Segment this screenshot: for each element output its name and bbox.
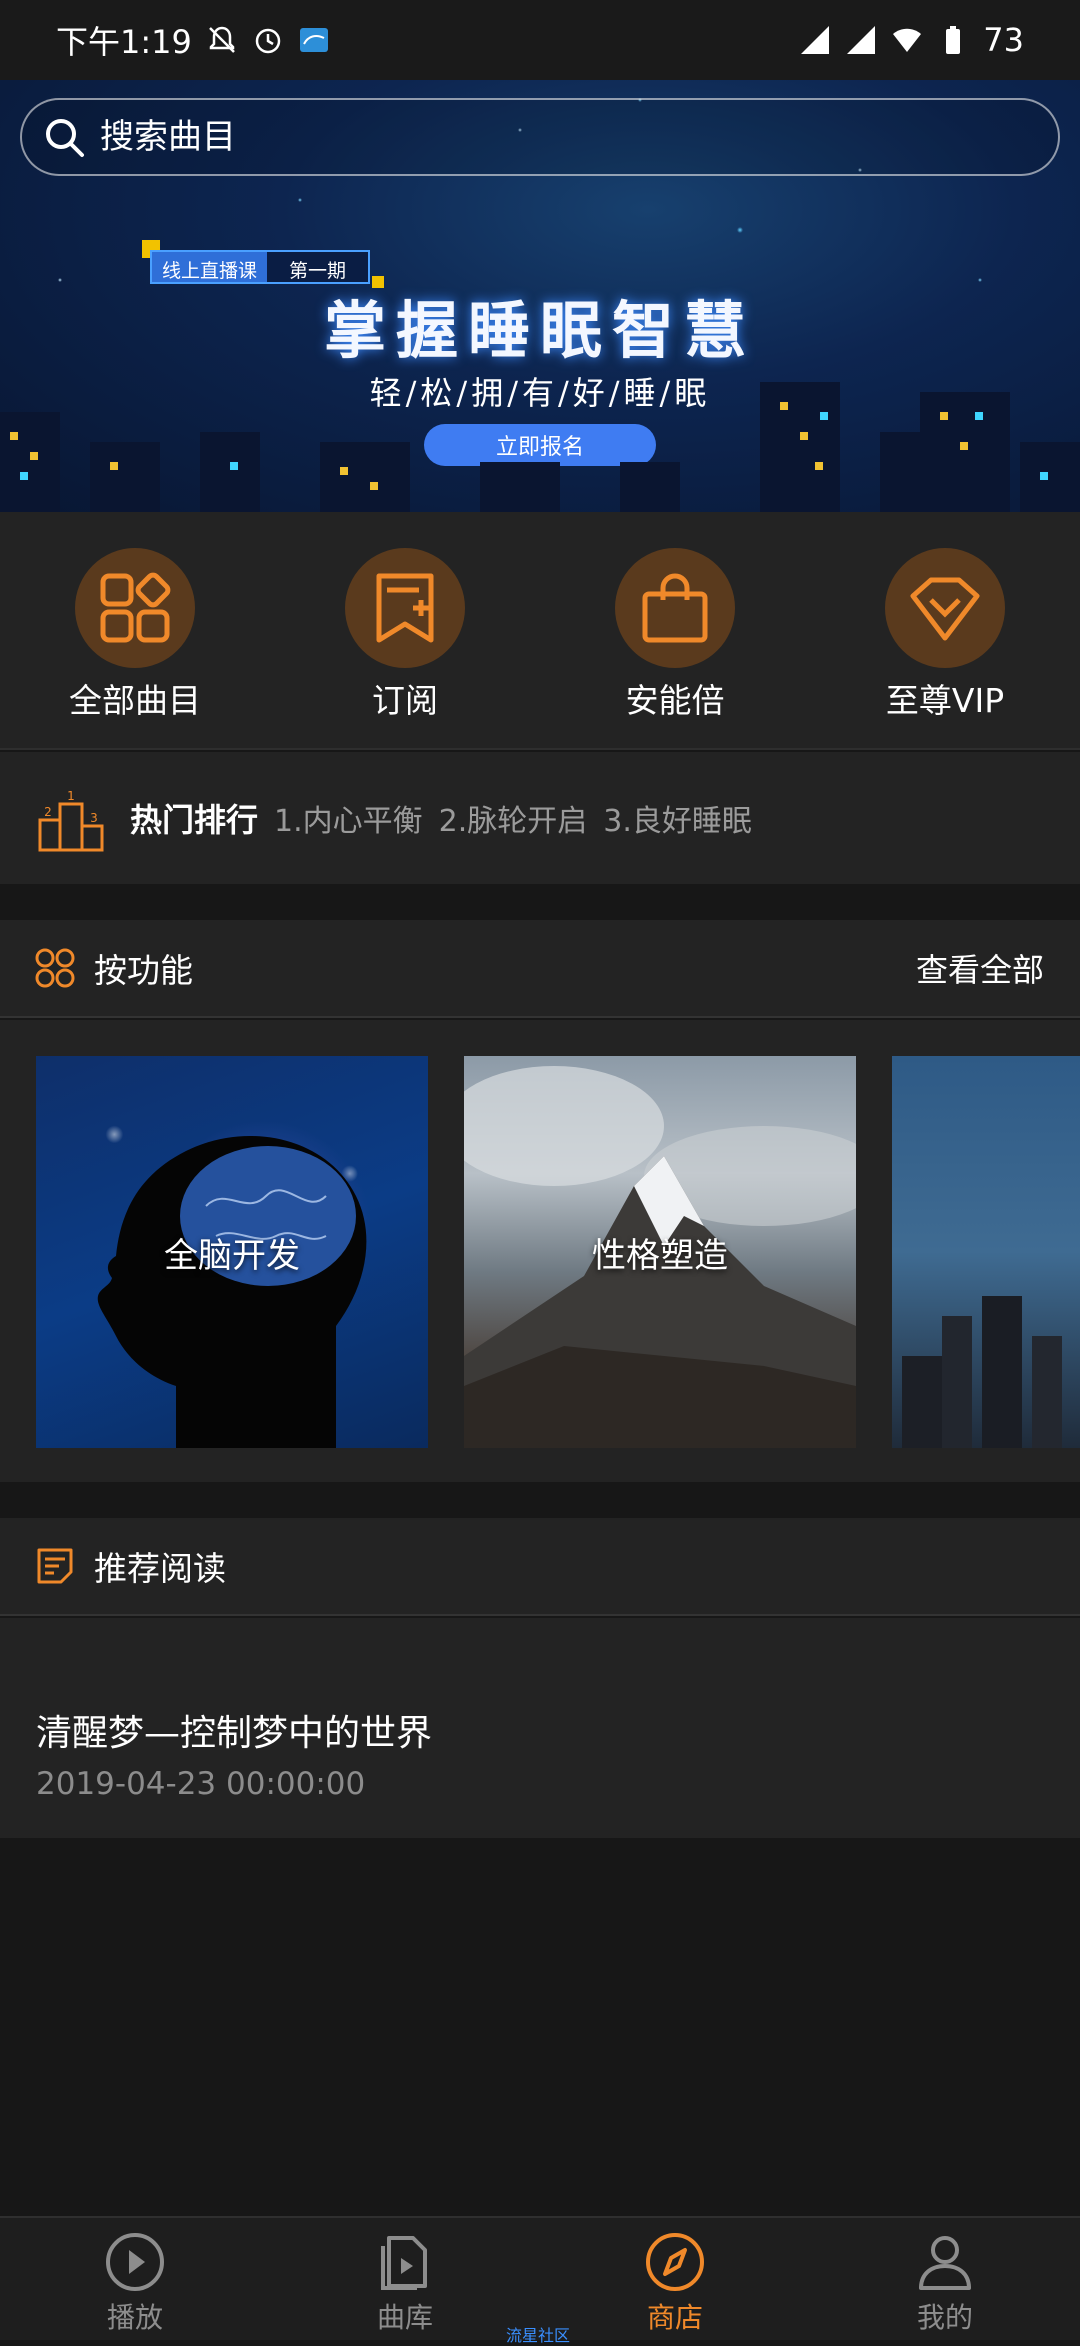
mute-icon: [208, 26, 235, 53]
bottom-navigation: 播放 曲库 商店 我的 流星社区: [0, 2216, 1080, 2345]
signal-icon: [847, 26, 876, 54]
quick-subscribe[interactable]: 订阅: [305, 548, 505, 722]
status-bar: 下午1:19 73: [0, 0, 1080, 80]
quick-icon-circle: [75, 548, 195, 668]
search-input[interactable]: [98, 116, 998, 158]
hot-ranking-title: 热门排行: [130, 801, 259, 839]
reading-section-header: 推荐阅读: [0, 1518, 1080, 1616]
quick-label: 订阅: [372, 681, 438, 720]
nav-item-store[interactable]: 商店: [540, 2218, 810, 2340]
nav-item-library[interactable]: 曲库: [270, 2218, 540, 2340]
battery-level: 73: [983, 21, 1024, 59]
search-icon: [46, 119, 84, 157]
podium-icon: 1 2 3: [38, 789, 104, 852]
vip-diamond-icon: [910, 577, 980, 641]
app-notification-icon: [299, 28, 328, 52]
floating-community-label: 流星社区: [506, 2326, 571, 2345]
quick-label: 至尊VIP: [885, 681, 1005, 720]
svg-text:2: 2: [44, 805, 52, 819]
quick-label: 安能倍: [625, 681, 725, 720]
all-tracks-icon: [100, 572, 171, 643]
nav-item-play[interactable]: 播放: [0, 2218, 270, 2340]
subscribe-bookmark-icon: [376, 573, 434, 643]
function-card-label: 全脑开发: [164, 1235, 300, 1276]
compass-icon: [646, 2233, 704, 2291]
grid-flower-icon: [35, 948, 75, 988]
function-card[interactable]: 全脑开发: [36, 1056, 428, 1448]
city-image: [902, 1296, 1062, 1448]
article-item[interactable]: 清醒梦—控制梦中的世界 2019-04-23 00:00:00: [0, 1618, 1080, 1838]
section-title: 推荐阅读: [94, 1549, 226, 1588]
quick-label: 全部曲目: [69, 681, 201, 720]
banner-title: 掌握睡眠智慧: [323, 294, 756, 367]
svg-text:1: 1: [67, 789, 75, 803]
function-card[interactable]: 高效: [892, 1056, 1080, 1448]
view-all-link[interactable]: 查看全部: [916, 945, 1044, 991]
hot-ranking-item[interactable]: 1.内心平衡: [274, 796, 423, 840]
play-icon: [106, 2233, 164, 2291]
wifi-icon: [893, 28, 922, 52]
nav-item-profile[interactable]: 我的: [810, 2218, 1080, 2340]
nav-label: 我的: [916, 2301, 973, 2334]
article-date: 2019-04-23 00:00:00: [36, 1766, 366, 1802]
status-time: 下午1:19: [56, 23, 192, 61]
shopping-bag-icon: [642, 573, 708, 643]
quick-store[interactable]: 安能倍: [575, 548, 775, 722]
search-bar[interactable]: [20, 98, 1060, 176]
function-section-header: 按功能 查看全部: [0, 920, 1080, 1018]
article-title: 清醒梦—控制梦中的世界: [36, 1713, 433, 1754]
svg-text:3: 3: [90, 811, 98, 825]
article-icon: [37, 1548, 73, 1584]
section-title: 按功能: [94, 951, 193, 990]
signal-icon: [801, 26, 830, 54]
function-card[interactable]: 性格塑造: [464, 1056, 856, 1448]
function-card-label: 性格塑造: [592, 1235, 728, 1276]
quick-all-tracks[interactable]: 全部曲目: [35, 548, 235, 722]
function-cards: 全脑开发 性格塑造 高效: [0, 1020, 1080, 1482]
alarm-icon: [255, 28, 281, 54]
battery-icon: [946, 26, 961, 54]
quick-vip[interactable]: 至尊VIP: [845, 548, 1045, 722]
quick-actions: 全部曲目 订阅 安能倍 至尊VIP: [0, 512, 1080, 750]
nav-label: 商店: [646, 2301, 703, 2334]
hot-ranking-bar[interactable]: 1 2 3 热门排行 1.内心平衡 2.脉轮开启 3.良好睡眠: [0, 752, 1080, 884]
nav-label: 曲库: [376, 2301, 433, 2334]
quick-icon-circle: [885, 548, 1005, 668]
nav-label: 播放: [106, 2301, 163, 2334]
promo-banner[interactable]: 线上直播课 第一期 掌握睡眠智慧 轻/松/拥/有/好/睡/眠 立即报名: [0, 80, 1080, 512]
quick-icon-circle: [345, 548, 465, 668]
hot-ranking-item[interactable]: 3.良好睡眠: [603, 796, 752, 840]
banner-badge: 线上直播课 第一期: [150, 250, 371, 284]
profile-icon: [919, 2236, 971, 2290]
banner-badge-live: 线上直播课: [152, 252, 268, 282]
library-icon: [381, 2236, 427, 2290]
hot-ranking-item[interactable]: 2.脉轮开启: [439, 796, 588, 840]
quick-icon-circle: [615, 548, 735, 668]
banner-badge-issue: 第一期: [267, 252, 369, 282]
city-skyline-illustration: [0, 382, 1080, 512]
